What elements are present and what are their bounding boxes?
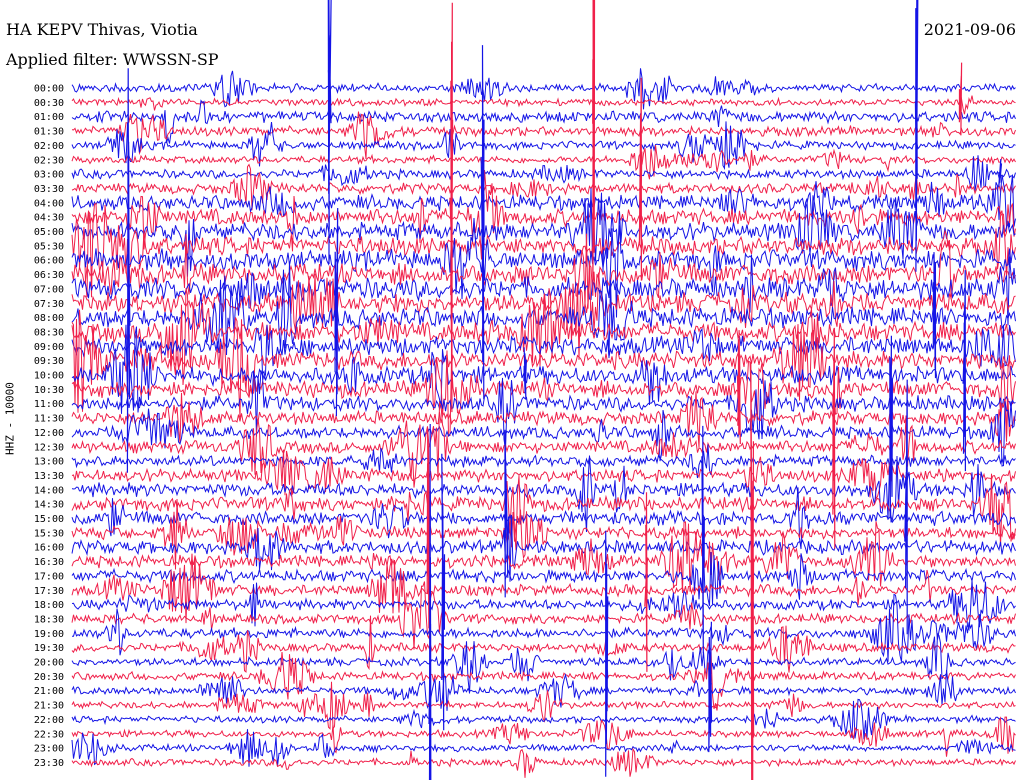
trace-row-1500 (71, 487, 1016, 550)
time-tick-label: 08:00 (34, 313, 64, 324)
time-tick-label: 13:00 (34, 457, 64, 468)
time-tick-label: 11:00 (34, 399, 64, 410)
event-spike (126, 68, 131, 473)
time-tick-label: 05:00 (34, 227, 64, 238)
time-tick-label: 21:00 (34, 686, 64, 697)
event-spike (736, 330, 741, 445)
time-tick-label: 09:30 (34, 356, 64, 367)
time-tick-label: 22:00 (34, 715, 64, 726)
time-tick-label: 12:00 (34, 428, 64, 439)
time-tick-label: 10:00 (34, 371, 64, 382)
time-tick-label: 16:00 (34, 543, 64, 554)
time-tick-label: 07:00 (34, 284, 64, 295)
time-tick-label: 07:30 (34, 299, 64, 310)
helicorder-plot: 00:00 00:30 01:00 01:30 02:00 02:30 03:00 03:30… (34, 0, 1016, 780)
time-tick-label: 06:30 (34, 270, 64, 281)
time-tick-label: 03:30 (34, 184, 64, 195)
time-tick-label: 14:30 (34, 500, 64, 511)
event-spike (449, 2, 454, 413)
time-tick-label: 09:00 (34, 342, 64, 353)
time-tick-label: 05:30 (34, 241, 64, 252)
trace-row-0930 (71, 309, 1016, 418)
event-spike (327, 0, 332, 265)
time-tick-label: 18:30 (34, 614, 64, 625)
time-tick-label: 18:00 (34, 600, 64, 611)
event-spike (914, 0, 919, 272)
event-spike (701, 425, 705, 654)
event-spike (962, 270, 966, 472)
event-spike (504, 429, 509, 598)
time-tick-label: 19:30 (34, 643, 64, 654)
time-tick-label: 22:30 (34, 729, 64, 740)
trace-row-1200 (71, 401, 1016, 467)
time-tick-label: 15:30 (34, 528, 64, 539)
time-tick-label: 20:30 (34, 672, 64, 683)
trace-row-1430 (71, 473, 1016, 551)
time-tick-label: 01:30 (34, 127, 64, 138)
time-tick-label: 17:30 (34, 586, 64, 597)
time-tick-label: 12:30 (34, 442, 64, 453)
trace-row-0100 (71, 99, 1016, 144)
time-tick-label: 01:00 (34, 112, 64, 123)
time-tick-label: 14:00 (34, 485, 64, 496)
event-spike (708, 621, 713, 753)
trace-row-0130 (71, 111, 1016, 160)
trace-row-1330 (71, 449, 1016, 500)
time-tick-label: 00:00 (34, 84, 64, 95)
event-spike (605, 530, 609, 777)
time-tick-label: 17:00 (34, 571, 64, 582)
time-tick-label: 03:00 (34, 170, 64, 181)
event-spike (441, 453, 446, 731)
event-spike (958, 62, 963, 136)
trace-row-2330 (71, 747, 1016, 778)
time-tick-label: 00:30 (34, 98, 64, 109)
time-tick-label: 06:00 (34, 256, 64, 267)
time-tick-label: 02:00 (34, 141, 64, 152)
time-tick-label: 20:00 (34, 658, 64, 669)
time-tick-label: 15:00 (34, 514, 64, 525)
time-tick-label: 19:00 (34, 629, 64, 640)
time-tick-label: 16:30 (34, 557, 64, 568)
time-tick-label: 02:30 (34, 155, 64, 166)
time-tick-label: 21:30 (34, 701, 64, 712)
time-tick-label: 08:30 (34, 327, 64, 338)
time-tick-label: 23:00 (34, 744, 64, 755)
trace-row-2030 (71, 649, 1016, 711)
time-tick-label: 04:00 (34, 198, 64, 209)
event-spike (334, 207, 339, 417)
event-spike (523, 347, 527, 400)
time-tick-label: 13:30 (34, 471, 64, 482)
trace-row-0030 (71, 95, 1016, 115)
event-spike (426, 428, 431, 629)
time-tick-label: 10:30 (34, 385, 64, 396)
event-spike (592, 0, 596, 296)
time-tick-label: 23:30 (34, 758, 64, 769)
time-tick-label: 11:30 (34, 414, 64, 425)
event-spike (638, 77, 643, 281)
time-tick-label: 04:30 (34, 213, 64, 224)
trace-row-2230 (71, 716, 1016, 757)
